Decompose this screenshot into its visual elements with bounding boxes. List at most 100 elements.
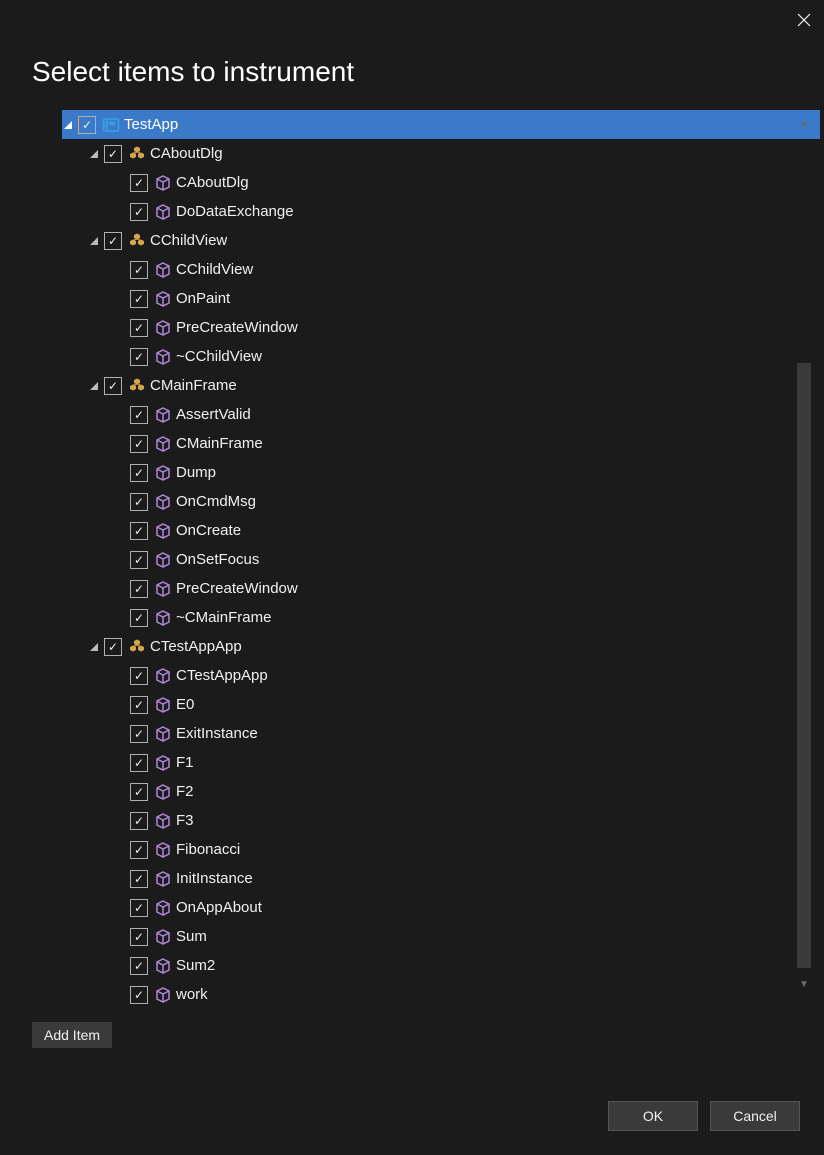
checkbox[interactable] xyxy=(130,551,148,569)
checkbox[interactable] xyxy=(130,174,148,192)
method-icon xyxy=(154,667,172,685)
method-icon xyxy=(154,290,172,308)
tree-row[interactable]: OnCmdMsg xyxy=(62,487,820,516)
tree-row[interactable]: CTestAppApp xyxy=(62,632,820,661)
scroll-down-icon[interactable]: ▼ xyxy=(796,976,812,992)
checkbox[interactable] xyxy=(104,377,122,395)
checkbox[interactable] xyxy=(130,522,148,540)
method-icon xyxy=(154,957,172,975)
method-icon xyxy=(154,261,172,279)
checkbox[interactable] xyxy=(104,145,122,163)
tree-row[interactable]: PreCreateWindow xyxy=(62,313,820,342)
tree-label: CTestAppApp xyxy=(176,667,276,684)
tree-row[interactable]: CAboutDlg xyxy=(62,139,820,168)
tree-row[interactable]: CChildView xyxy=(62,226,820,255)
tree-row[interactable]: CMainFrame xyxy=(62,371,820,400)
checkbox[interactable] xyxy=(130,609,148,627)
tree-row[interactable]: OnAppAbout xyxy=(62,893,820,922)
cancel-button[interactable]: Cancel xyxy=(710,1101,800,1131)
method-icon xyxy=(154,812,172,830)
method-icon xyxy=(154,580,172,598)
method-icon xyxy=(154,899,172,917)
checkbox[interactable] xyxy=(130,667,148,685)
instrument-tree[interactable]: TestApp CAboutDlg CAboutDlg DoDataExchange… xyxy=(32,110,820,1007)
checkbox[interactable] xyxy=(130,319,148,337)
scrollbar[interactable]: ▲ ▼ xyxy=(796,115,812,992)
tree-label: TestApp xyxy=(124,116,186,133)
tree-row[interactable]: ~CChildView xyxy=(62,342,820,371)
checkbox[interactable] xyxy=(130,290,148,308)
checkbox[interactable] xyxy=(130,841,148,859)
method-icon xyxy=(154,551,172,569)
tree-row[interactable]: OnCreate xyxy=(62,516,820,545)
close-button[interactable] xyxy=(796,12,812,28)
tree-row[interactable]: Sum xyxy=(62,922,820,951)
checkbox[interactable] xyxy=(130,928,148,946)
expander-icon[interactable] xyxy=(62,121,74,129)
method-icon xyxy=(154,928,172,946)
tree-label: OnCreate xyxy=(176,522,249,539)
ok-button[interactable]: OK xyxy=(608,1101,698,1131)
add-item-button[interactable]: Add Item xyxy=(32,1022,112,1048)
checkbox[interactable] xyxy=(130,435,148,453)
checkbox[interactable] xyxy=(130,493,148,511)
expander-icon[interactable] xyxy=(88,643,100,651)
tree-row[interactable]: PreCreateWindow xyxy=(62,574,820,603)
method-icon xyxy=(154,435,172,453)
checkbox[interactable] xyxy=(130,580,148,598)
tree-row[interactable]: F1 xyxy=(62,748,820,777)
tree-row[interactable]: ~CMainFrame xyxy=(62,603,820,632)
checkbox[interactable] xyxy=(130,203,148,221)
checkbox[interactable] xyxy=(130,348,148,366)
checkbox[interactable] xyxy=(130,464,148,482)
tree-label: AssertValid xyxy=(176,406,259,423)
tree-label: CAboutDlg xyxy=(150,145,231,162)
checkbox[interactable] xyxy=(104,232,122,250)
checkbox[interactable] xyxy=(130,754,148,772)
tree-row[interactable]: Sum2 xyxy=(62,951,820,980)
checkbox[interactable] xyxy=(130,261,148,279)
scroll-thumb[interactable] xyxy=(797,363,811,968)
tree-label: OnPaint xyxy=(176,290,238,307)
tree-row[interactable]: CTestAppApp xyxy=(62,661,820,690)
tree-row[interactable]: work xyxy=(62,980,820,1007)
tree-row[interactable]: DoDataExchange xyxy=(62,197,820,226)
project-icon xyxy=(102,116,120,134)
checkbox[interactable] xyxy=(130,957,148,975)
checkbox[interactable] xyxy=(130,406,148,424)
tree-row[interactable]: InitInstance xyxy=(62,864,820,893)
checkbox[interactable] xyxy=(104,638,122,656)
tree-row[interactable]: CMainFrame xyxy=(62,429,820,458)
scroll-up-icon[interactable]: ▲ xyxy=(796,115,812,131)
checkbox[interactable] xyxy=(130,870,148,888)
tree-row[interactable]: TestApp xyxy=(62,110,820,139)
tree-label: CMainFrame xyxy=(150,377,245,394)
tree-label: OnCmdMsg xyxy=(176,493,264,510)
tree-row[interactable]: CChildView xyxy=(62,255,820,284)
tree-row[interactable]: AssertValid xyxy=(62,400,820,429)
expander-icon[interactable] xyxy=(88,150,100,158)
tree-row[interactable]: F2 xyxy=(62,777,820,806)
class-icon xyxy=(128,145,146,163)
method-icon xyxy=(154,348,172,366)
checkbox[interactable] xyxy=(78,116,96,134)
tree-row[interactable]: Dump xyxy=(62,458,820,487)
expander-icon[interactable] xyxy=(88,237,100,245)
checkbox[interactable] xyxy=(130,812,148,830)
expander-icon[interactable] xyxy=(88,382,100,390)
tree-row[interactable]: OnSetFocus xyxy=(62,545,820,574)
checkbox[interactable] xyxy=(130,725,148,743)
tree-row[interactable]: Fibonacci xyxy=(62,835,820,864)
class-icon xyxy=(128,638,146,656)
tree-row[interactable]: F3 xyxy=(62,806,820,835)
tree-label: OnSetFocus xyxy=(176,551,267,568)
checkbox[interactable] xyxy=(130,783,148,801)
checkbox[interactable] xyxy=(130,899,148,917)
tree-row[interactable]: ExitInstance xyxy=(62,719,820,748)
tree-label: CAboutDlg xyxy=(176,174,257,191)
tree-row[interactable]: E0 xyxy=(62,690,820,719)
checkbox[interactable] xyxy=(130,986,148,1004)
tree-row[interactable]: OnPaint xyxy=(62,284,820,313)
tree-row[interactable]: CAboutDlg xyxy=(62,168,820,197)
checkbox[interactable] xyxy=(130,696,148,714)
